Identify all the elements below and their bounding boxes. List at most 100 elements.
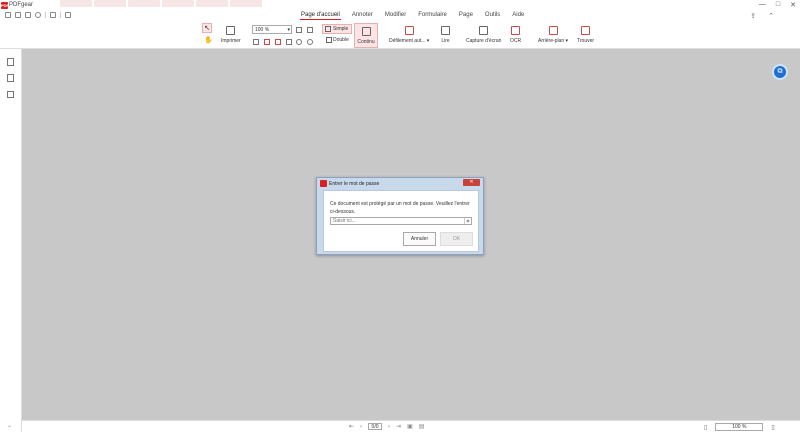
password-dialog: Entrer le mot de passe ✕ Ce document est… [316, 177, 484, 255]
undo-icon[interactable] [50, 12, 56, 18]
actual-size-icon[interactable] [275, 39, 281, 45]
zoom-level[interactable]: 100 % [715, 423, 764, 431]
ocr-label: OCR [510, 38, 522, 44]
page-navigation: ⇤ ‹ 0/0 › ⇥ ▣ ▤ [349, 423, 424, 430]
last-page-icon[interactable]: ⇥ [396, 423, 401, 430]
maximize-icon[interactable]: □ [776, 1, 780, 9]
fit-visible-icon[interactable] [286, 39, 292, 45]
tab-tools[interactable]: Outils [484, 12, 501, 20]
background-tab[interactable] [196, 0, 228, 7]
dialog-app-icon [320, 180, 327, 187]
background-tab[interactable] [94, 0, 126, 7]
ocr-icon [511, 26, 521, 35]
first-page-icon[interactable]: ⇤ [349, 423, 354, 430]
zoom-in-icon[interactable] [296, 27, 302, 33]
double-page-label: Double [333, 37, 349, 43]
redo-icon[interactable] [65, 12, 71, 18]
app-name: PDFgear [9, 2, 34, 8]
tab-home[interactable]: Page d'accueil [300, 12, 341, 20]
double-page-button[interactable]: Double [324, 37, 349, 43]
fit-width-icon[interactable] [264, 39, 270, 45]
background-icon [548, 26, 558, 35]
window-controls: — □ ✕ [759, 1, 796, 9]
password-input[interactable] [330, 217, 472, 225]
read-button[interactable]: Lire [441, 26, 450, 44]
show-password-icon[interactable]: ◉ [464, 218, 471, 224]
hand-tool-icon[interactable]: ✋ [204, 36, 213, 44]
save-icon[interactable] [25, 12, 31, 18]
thumbnails-icon[interactable] [7, 74, 14, 82]
tab-edit[interactable]: Modifier [384, 12, 407, 20]
rotate-left-icon[interactable] [296, 39, 302, 45]
cancel-button[interactable]: Annuler [403, 232, 436, 246]
zoom-controls: ▯ 100 % ▯ [704, 423, 775, 431]
background-tab[interactable] [230, 0, 262, 7]
share-icon[interactable]: ⇪ [750, 12, 756, 20]
printer-icon [226, 26, 236, 35]
close-icon[interactable]: ✕ [790, 1, 796, 9]
single-page-button[interactable]: Simple [322, 24, 352, 34]
background-tab[interactable] [162, 0, 194, 7]
new-file-icon[interactable] [5, 12, 11, 18]
continuous-icon [361, 27, 371, 36]
single-page-icon [325, 26, 331, 32]
screenshot-button[interactable]: Capture d'écran [466, 26, 501, 44]
zoom-value: 100 % [255, 27, 270, 33]
globe-icon[interactable] [35, 12, 41, 18]
auto-scroll-icon [404, 26, 414, 35]
page-number-input[interactable]: 0/0 [368, 423, 383, 430]
tab-page[interactable]: Page [458, 12, 474, 20]
prev-page-icon[interactable]: ‹ [360, 424, 362, 430]
read-label: Lire [441, 38, 450, 44]
find-label: Trouver [577, 38, 595, 44]
print-label: Imprimer [221, 38, 241, 44]
tab-help[interactable]: Aide [511, 12, 525, 20]
ocr-button[interactable]: OCR [510, 26, 521, 44]
fit-page-status-icon[interactable]: ▣ [407, 423, 413, 430]
scissors-icon [479, 26, 489, 35]
background-label: Arrière-plan ▾ [538, 38, 569, 44]
fit-width-status-icon[interactable]: ▤ [419, 423, 425, 430]
tab-annotate[interactable]: Annoter [351, 12, 374, 20]
ribbon-toolbar: ↖ ✋ Imprimer 100 % ▾ Simple Double Conti… [0, 22, 800, 49]
background-tabs [60, 0, 262, 7]
dialog-message: Ce document est protégé par un mot de pa… [330, 201, 470, 215]
collapse-ribbon-icon[interactable]: ⌃ [768, 12, 774, 20]
continuous-button[interactable]: Continu [354, 23, 378, 48]
single-page-label: Simple [333, 26, 349, 32]
minimize-icon[interactable]: — [759, 1, 766, 9]
auto-scroll-button[interactable]: Défilement aut... ▾ [389, 26, 429, 44]
expand-sidebar-icon[interactable]: ⌄ [7, 422, 12, 429]
status-bar: ⇤ ‹ 0/0 › ⇥ ▣ ▤ ▯ 100 % ▯ [22, 420, 800, 432]
continuous-label: Continu [357, 39, 375, 45]
menu-tabs: Page d'accueil Annoter Modifier Formulai… [300, 12, 525, 20]
zoom-select[interactable]: 100 % ▾ [252, 25, 292, 34]
divider [60, 12, 61, 18]
ok-button[interactable]: OK [440, 232, 473, 246]
top-right-tools: ⇪ ⌃ [750, 12, 774, 20]
rotate-right-icon[interactable] [307, 39, 313, 45]
double-page-icon [326, 37, 332, 43]
find-button[interactable]: Trouver [577, 26, 594, 44]
select-cursor-icon[interactable]: ↖ [202, 23, 212, 33]
background-button[interactable]: Arrière-plan ▾ [538, 26, 568, 44]
dialog-close-button[interactable]: ✕ [463, 179, 480, 186]
background-tab[interactable] [60, 0, 92, 7]
dialog-body: Ce document est protégé par un mot de pa… [323, 190, 479, 252]
auto-scroll-label: Défilement aut... ▾ [389, 38, 430, 44]
ai-assistant-icon[interactable]: ⧉ [772, 64, 788, 80]
background-tab[interactable] [128, 0, 160, 7]
screenshot-label: Capture d'écran [466, 38, 502, 44]
zoom-out-status-icon[interactable]: ▯ [704, 424, 707, 431]
open-file-icon[interactable] [15, 12, 21, 18]
speaker-icon [441, 26, 450, 35]
zoom-in-status-icon[interactable]: ▯ [771, 424, 774, 431]
print-button[interactable]: Imprimer [221, 26, 241, 44]
fit-page-icon[interactable] [253, 39, 259, 45]
tab-form[interactable]: Formulaire [417, 12, 448, 20]
comments-icon[interactable] [7, 91, 14, 98]
quick-access-toolbar [5, 12, 71, 18]
next-page-icon[interactable]: › [388, 424, 390, 430]
zoom-out-icon[interactable] [307, 27, 313, 33]
bookmark-icon[interactable] [7, 58, 14, 66]
